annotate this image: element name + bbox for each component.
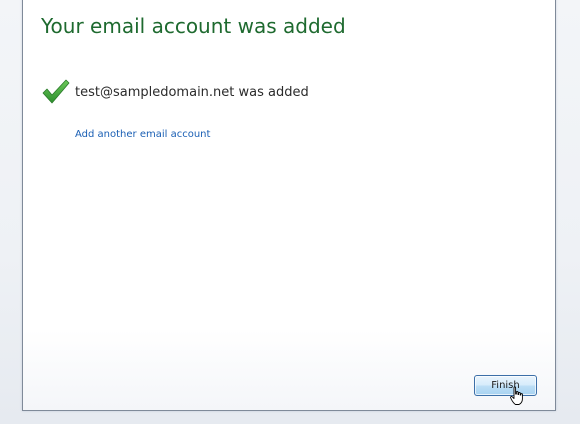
status-row: test@sampledomain.net was added	[41, 78, 309, 106]
finish-button[interactable]: Finish	[474, 375, 537, 396]
status-message: test@sampledomain.net was added	[75, 84, 309, 100]
checkmark-icon	[41, 78, 71, 106]
footer-gradient	[23, 330, 555, 410]
wizard-dialog: Your email account was added test@sample…	[22, 0, 556, 411]
add-another-account-link[interactable]: Add another email account	[75, 129, 210, 140]
page-title: Your email account was added	[41, 14, 346, 38]
